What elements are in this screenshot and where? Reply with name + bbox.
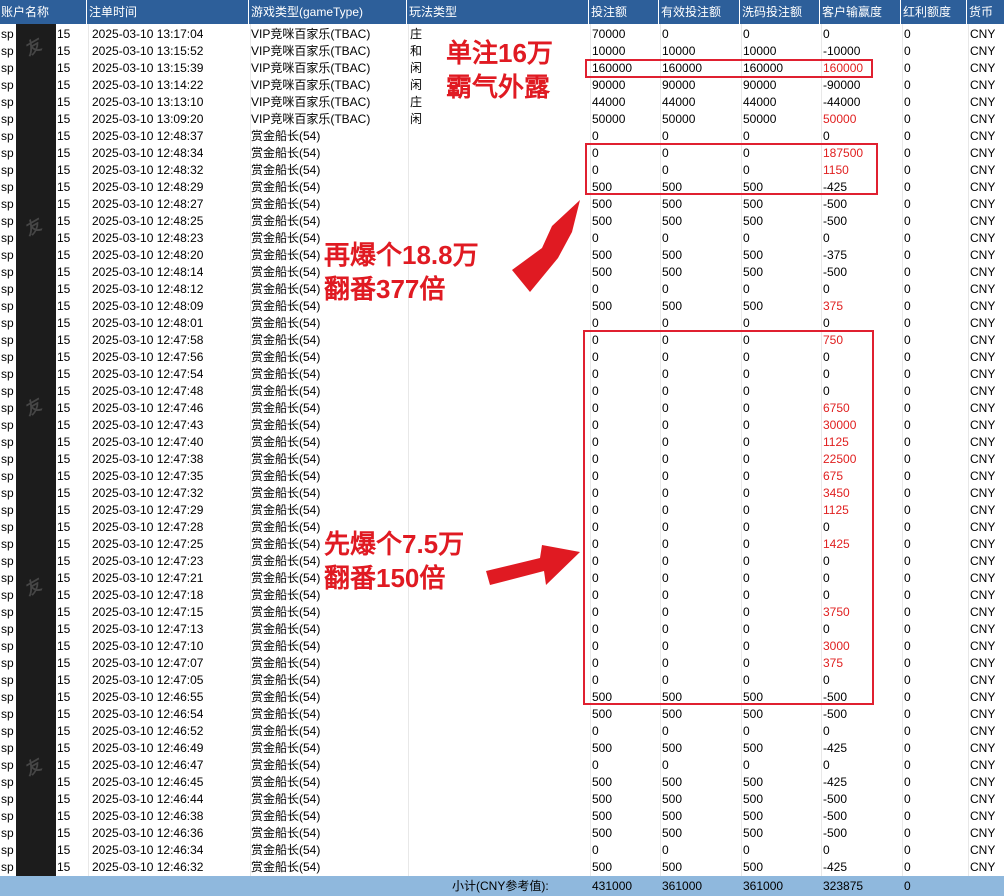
- arrow-icon: [486, 545, 580, 585]
- arrows-layer: [486, 200, 580, 585]
- report-page: 账户名称 注单时间 游戏类型(gameType) 玩法类型 投注额 有效投注额 …: [0, 0, 1004, 896]
- arrow-icon: [512, 200, 580, 292]
